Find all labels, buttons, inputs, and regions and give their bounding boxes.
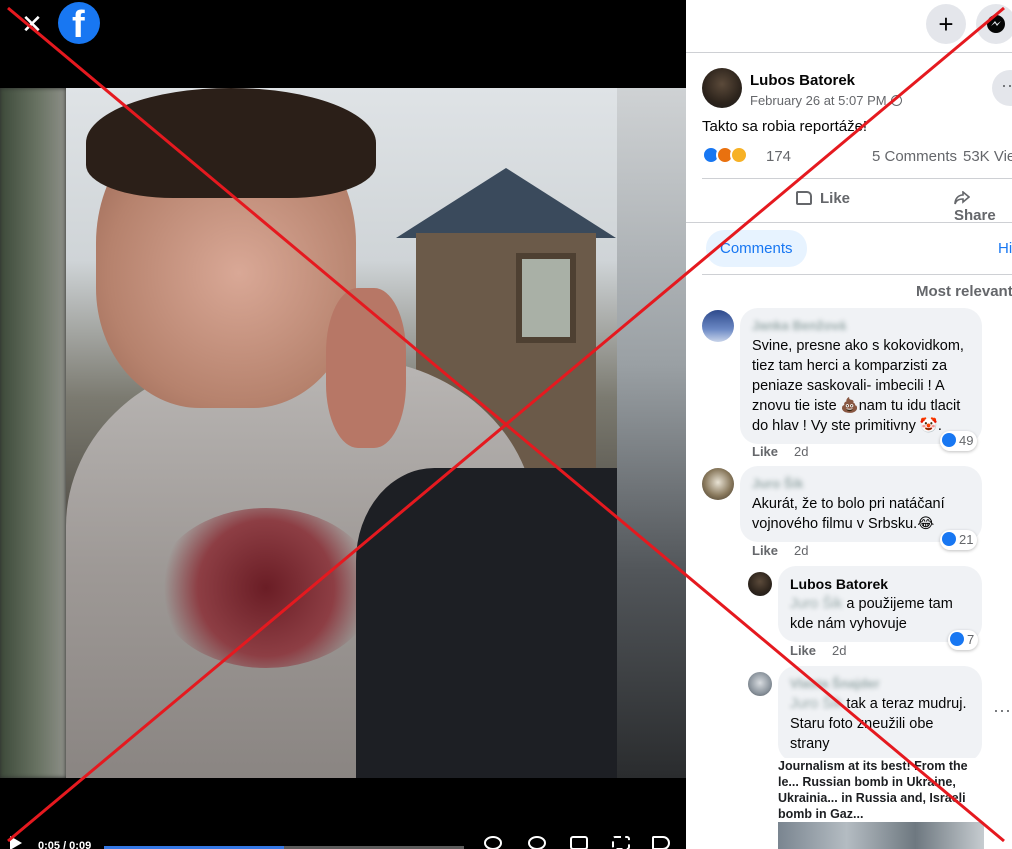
- comment-image-photo: [778, 822, 984, 849]
- commenter-avatar[interactable]: [702, 310, 734, 342]
- comment-meta: Like 2d: [752, 543, 808, 558]
- reply-mention[interactable]: Juro Šik: [790, 696, 842, 712]
- comment-text: Akurát, že to bolo pri natáčaní vojnovéh…: [752, 496, 945, 532]
- captions-icon[interactable]: [484, 836, 502, 849]
- person-hand: [326, 288, 406, 448]
- fullscreen-icon[interactable]: [612, 836, 630, 849]
- create-button[interactable]: +: [926, 4, 966, 44]
- header-divider: [686, 52, 1012, 53]
- like-reaction-icon: [942, 433, 956, 447]
- reply-reaction-count: 7: [967, 632, 975, 647]
- share-icon: [954, 190, 971, 205]
- pip-icon[interactable]: [570, 836, 588, 849]
- views-count: 53K Views: [963, 148, 1012, 165]
- volume-icon[interactable]: [652, 836, 670, 849]
- comment-meta: Like 2d: [752, 444, 808, 459]
- reply-author[interactable]: Lubos Batorek: [790, 574, 970, 594]
- thumbs-up-icon: [796, 191, 812, 205]
- comment-image[interactable]: Journalism at its best! From the le... R…: [778, 758, 984, 849]
- video-blur-left: [0, 88, 66, 778]
- post-author[interactable]: Lubos Batorek: [750, 72, 855, 89]
- comment-more-button[interactable]: ···: [993, 700, 1011, 721]
- post-more-button[interactable]: ···: [992, 70, 1012, 106]
- blood-stain: [156, 508, 376, 668]
- tabs-divider: [702, 274, 1012, 275]
- dark-sleeve: [356, 468, 617, 778]
- actions-divider: [686, 222, 1012, 223]
- comment-like-link[interactable]: Like: [752, 543, 778, 558]
- play-icon[interactable]: [10, 836, 22, 849]
- reply-bubble: Vlasta Šnajder Juro Šik tak a teraz mudr…: [778, 666, 982, 762]
- comment-age[interactable]: 2d: [794, 543, 808, 558]
- messenger-icon[interactable]: [976, 4, 1012, 44]
- reply-avatar[interactable]: [748, 572, 772, 596]
- comment-bubble: Janka Benžová Svine, presne ako s kokovi…: [740, 308, 982, 444]
- comment-image-text: Journalism at its best! From the le... R…: [778, 759, 968, 821]
- reply-author[interactable]: Vlasta Šnajder: [790, 674, 970, 694]
- comment-like-link[interactable]: Like: [752, 444, 778, 459]
- tab-comments[interactable]: Comments: [706, 230, 807, 267]
- globe-icon: [890, 95, 902, 106]
- comment-reactions[interactable]: 21: [940, 530, 978, 550]
- comment-reaction-count: 21: [959, 532, 974, 547]
- close-icon[interactable]: ✕: [18, 10, 46, 38]
- tab-other[interactable]: Hi: [998, 240, 1012, 257]
- author-avatar[interactable]: [702, 68, 742, 108]
- facebook-logo[interactable]: f: [58, 2, 100, 46]
- video-controls: 0:05 / 0:09: [0, 822, 686, 849]
- comment-author[interactable]: Janka Benžová: [752, 316, 970, 336]
- comment-reactions[interactable]: 49: [940, 431, 978, 451]
- settings-icon[interactable]: [528, 836, 546, 849]
- reply-avatar[interactable]: [748, 672, 772, 696]
- post-text: Takto sa robia reportáže!: [702, 118, 868, 135]
- wow-reaction-icon: [730, 146, 748, 164]
- reply-mention[interactable]: Juro Šik: [790, 596, 842, 612]
- reply-like-link[interactable]: Like: [790, 643, 816, 658]
- reply-reactions[interactable]: 7: [948, 630, 979, 650]
- like-button[interactable]: Like: [796, 190, 850, 207]
- reaction-count: 174: [766, 148, 792, 165]
- reply-meta: Like 2d: [790, 643, 846, 658]
- like-reaction-icon: [942, 532, 956, 546]
- video-blur-right: [617, 88, 686, 778]
- reply-bubble: Lubos Batorek Juro Šik a použijeme tam k…: [778, 566, 982, 642]
- reply-age[interactable]: 2d: [832, 643, 846, 658]
- stats-divider: [702, 178, 1012, 179]
- video-viewer: ✕ f 0:05 / 0:09: [0, 0, 686, 849]
- comment-author[interactable]: Juro Šik: [752, 474, 970, 494]
- comment-reaction-count: 49: [959, 433, 974, 448]
- share-button[interactable]: Share: [954, 190, 1012, 224]
- comment-age[interactable]: 2d: [794, 444, 808, 459]
- post-sidebar: + Lubos Batorek February 26 at 5:07 PM ·…: [686, 0, 1012, 849]
- like-button-label: Like: [820, 190, 851, 207]
- post-date-text: February 26 at 5:07 PM: [750, 93, 887, 108]
- time-display: 0:05 / 0:09: [38, 840, 92, 849]
- comment-text: Svine, presne ako s kokovidkom, tiez tam…: [752, 338, 964, 434]
- commenter-avatar[interactable]: [702, 468, 734, 500]
- person-hair: [86, 88, 376, 198]
- sort-dropdown[interactable]: Most relevant ▾: [916, 282, 1012, 300]
- post-date[interactable]: February 26 at 5:07 PM: [750, 93, 902, 108]
- video-scene: [66, 88, 617, 778]
- like-reaction-icon: [950, 632, 964, 646]
- video-frame[interactable]: [0, 88, 686, 778]
- facebook-logo-letter: f: [72, 4, 85, 46]
- comments-count[interactable]: 5 Comments: [872, 148, 957, 165]
